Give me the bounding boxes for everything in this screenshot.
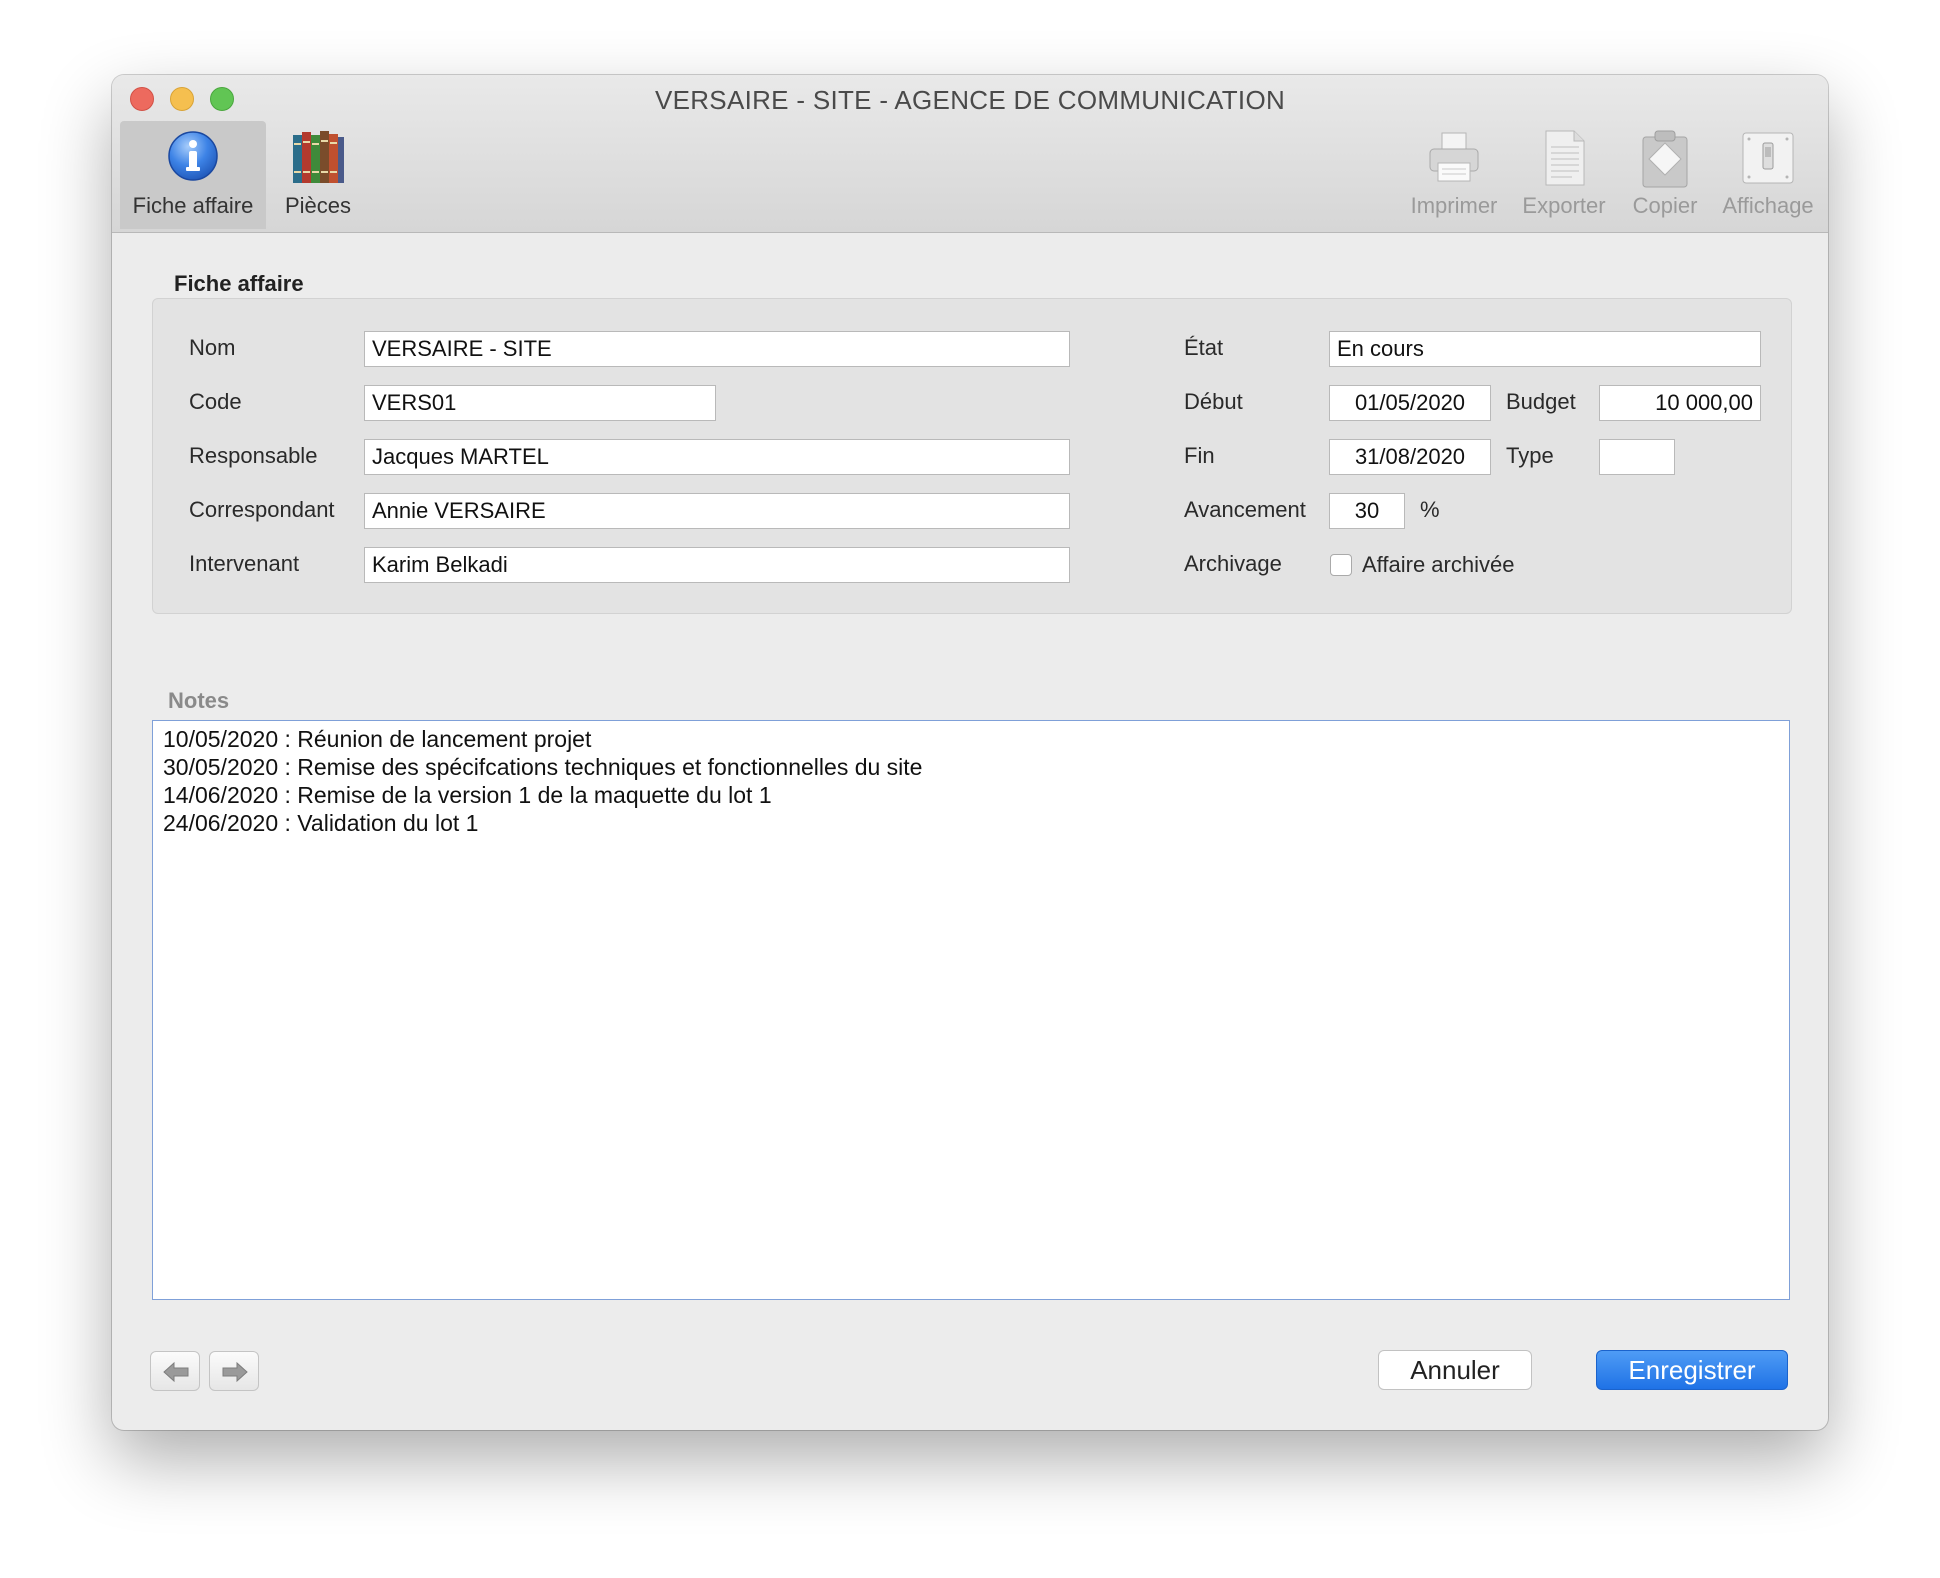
budget-label: Budget xyxy=(1506,389,1576,414)
display-label: Affichage xyxy=(1722,193,1814,218)
notes-line: 24/06/2020 : Validation du lot 1 xyxy=(163,810,479,836)
arrow-left-icon xyxy=(163,1361,189,1383)
notes-textarea[interactable]: 10/05/2020 : Réunion de lancement projet… xyxy=(152,720,1790,1300)
etat-field[interactable]: En cours xyxy=(1329,331,1761,367)
next-button[interactable] xyxy=(209,1351,259,1391)
notes-label: Notes xyxy=(168,688,230,713)
section-title: Fiche affaire xyxy=(174,271,304,296)
code-field[interactable]: VERS01 xyxy=(364,385,716,421)
archivage-label: Archivage xyxy=(1184,551,1282,576)
nom-field[interactable]: VERSAIRE - SITE xyxy=(364,331,1070,367)
archive-checkbox[interactable] xyxy=(1330,554,1352,576)
info-icon xyxy=(166,129,220,189)
fin-label: Fin xyxy=(1184,443,1215,468)
clipboard-icon xyxy=(1637,129,1693,195)
budget-field[interactable]: 10 000,00 xyxy=(1599,385,1761,421)
debut-label: Début xyxy=(1184,389,1243,414)
responsable-field[interactable]: Jacques MARTEL xyxy=(364,439,1070,475)
copy-label: Copier xyxy=(1632,193,1698,218)
notes-line: 30/05/2020 : Remise des spécifcations te… xyxy=(163,754,923,780)
archive-checkbox-label[interactable]: Affaire archivée xyxy=(1362,552,1514,578)
save-button[interactable]: Enregistrer xyxy=(1596,1350,1788,1390)
export-label: Exporter xyxy=(1522,193,1606,218)
print-button[interactable]: Imprimer xyxy=(1404,121,1504,229)
debut-date-field[interactable]: 01/05/2020 xyxy=(1329,385,1491,421)
window-title: VERSAIRE - SITE - AGENCE DE COMMUNICATIO… xyxy=(654,85,1286,115)
display-switch-icon xyxy=(1739,129,1797,193)
notes-line: 14/06/2020 : Remise de la version 1 de l… xyxy=(163,782,772,808)
cancel-button[interactable]: Annuler xyxy=(1378,1350,1532,1390)
printer-icon xyxy=(1426,129,1482,191)
type-field[interactable] xyxy=(1599,439,1675,475)
fin-date-field[interactable]: 31/08/2020 xyxy=(1329,439,1491,475)
tab-fiche-affaire[interactable]: Fiche affaire xyxy=(120,121,266,229)
books-icon xyxy=(291,129,345,191)
toolbar: VERSAIRE - SITE - AGENCE DE COMMUNICATIO… xyxy=(112,75,1828,233)
display-button[interactable]: Affichage xyxy=(1716,121,1820,229)
previous-button[interactable] xyxy=(150,1351,200,1391)
correspondant-field[interactable]: Annie VERSAIRE xyxy=(364,493,1070,529)
export-document-icon xyxy=(1536,129,1592,193)
avancement-field[interactable]: 30 xyxy=(1329,493,1405,529)
intervenant-label: Intervenant xyxy=(189,551,300,576)
intervenant-field[interactable]: Karim Belkadi xyxy=(364,547,1070,583)
tab-label: Pièces xyxy=(284,193,352,218)
tab-pieces[interactable]: Pièces xyxy=(270,121,366,229)
responsable-label: Responsable xyxy=(189,443,318,468)
arrow-right-icon xyxy=(222,1361,248,1383)
type-label: Type xyxy=(1506,443,1554,468)
nom-label: Nom xyxy=(189,335,236,360)
export-button[interactable]: Exporter xyxy=(1514,121,1614,229)
correspondant-label: Correspondant xyxy=(189,497,335,522)
copy-button[interactable]: Copier xyxy=(1622,121,1708,229)
avancement-label: Avancement xyxy=(1184,497,1306,522)
print-label: Imprimer xyxy=(1410,193,1498,218)
code-label: Code xyxy=(189,389,242,414)
tab-label: Fiche affaire xyxy=(132,193,254,218)
notes-line: 10/05/2020 : Réunion de lancement projet xyxy=(163,726,592,752)
etat-label: État xyxy=(1184,335,1224,360)
window: VERSAIRE - SITE - AGENCE DE COMMUNICATIO… xyxy=(112,75,1828,1430)
percent-unit: % xyxy=(1420,497,1440,522)
